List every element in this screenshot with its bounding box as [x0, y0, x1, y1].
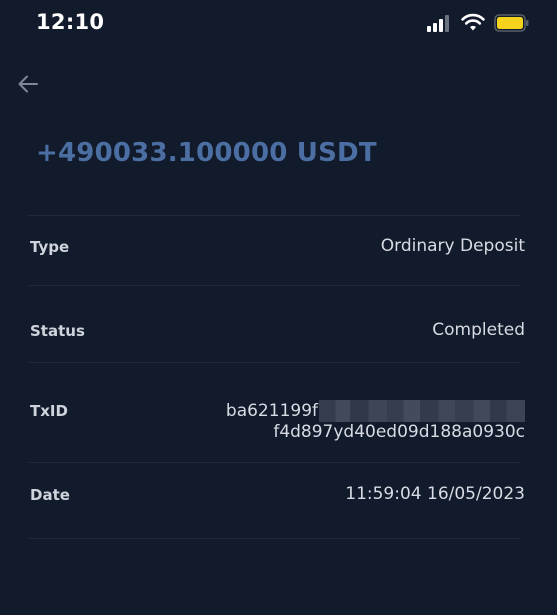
- divider: [27, 538, 520, 539]
- transaction-amount: +490033.100000 USDT: [36, 138, 377, 168]
- txid-label: TxID: [30, 402, 68, 420]
- back-arrow-icon[interactable]: [14, 69, 44, 99]
- txid-value[interactable]: ba621199f: [226, 399, 525, 423]
- battery-icon: [494, 14, 529, 32]
- divider: [27, 462, 520, 463]
- divider: [27, 215, 520, 216]
- signal-icon: [427, 15, 449, 32]
- date-value: 11:59:04 16/05/2023: [345, 484, 525, 504]
- divider: [27, 362, 520, 363]
- txid-redacted-segment: [319, 400, 525, 422]
- type-label: Type: [30, 238, 70, 256]
- status-label: Status: [30, 322, 85, 340]
- txid-end: f4d897yd40ed09d188a0930c: [273, 422, 525, 442]
- status-bar: 12:10: [0, 0, 557, 48]
- status-value: Completed: [432, 320, 525, 340]
- wifi-icon: [461, 13, 485, 31]
- type-value: Ordinary Deposit: [380, 236, 525, 256]
- status-time: 12:10: [36, 10, 105, 34]
- txid-start: ba621199f: [225, 401, 318, 421]
- divider: [27, 285, 520, 286]
- date-label: Date: [30, 486, 70, 504]
